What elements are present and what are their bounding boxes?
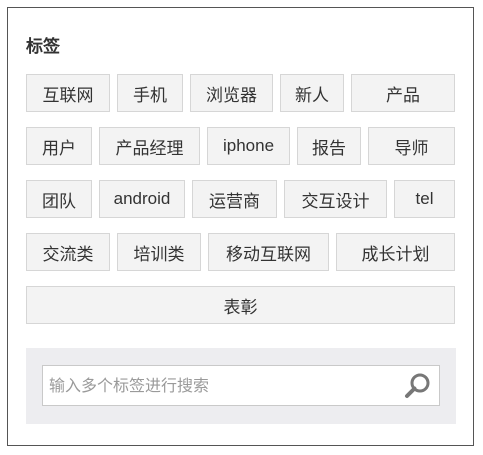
tag-panel: 标签 互联网 手机 浏览器 新人 产品 用户 产品经理 iphone 报告 导师…	[7, 7, 474, 446]
tag-item[interactable]: android	[99, 180, 185, 218]
tag-item[interactable]: iphone	[207, 127, 290, 165]
tag-item[interactable]: 移动互联网	[208, 233, 329, 271]
tag-item[interactable]: 成长计划	[336, 233, 455, 271]
tag-item[interactable]: 表彰	[26, 286, 455, 324]
tag-item[interactable]: 培训类	[117, 233, 201, 271]
search-area	[26, 348, 456, 424]
tag-search-input[interactable]	[43, 366, 393, 405]
tag-item[interactable]: 产品	[351, 74, 455, 112]
tag-item[interactable]: 交流类	[26, 233, 110, 271]
tag-item[interactable]: 运营商	[192, 180, 277, 218]
tag-item[interactable]: tel	[394, 180, 455, 218]
tag-item[interactable]: 用户	[26, 127, 92, 165]
tag-item[interactable]: 交互设计	[284, 180, 387, 218]
tag-item[interactable]: 产品经理	[99, 127, 200, 165]
search-icon[interactable]	[403, 371, 433, 401]
tag-item[interactable]: 新人	[280, 74, 344, 112]
search-box	[42, 365, 440, 406]
tag-item[interactable]: 互联网	[26, 74, 110, 112]
tag-item[interactable]: 手机	[117, 74, 183, 112]
panel-title: 标签	[26, 37, 60, 57]
tag-item[interactable]: 团队	[26, 180, 92, 218]
tag-item[interactable]: 报告	[297, 127, 361, 165]
tag-item[interactable]: 浏览器	[190, 74, 273, 112]
tag-item[interactable]: 导师	[368, 127, 455, 165]
